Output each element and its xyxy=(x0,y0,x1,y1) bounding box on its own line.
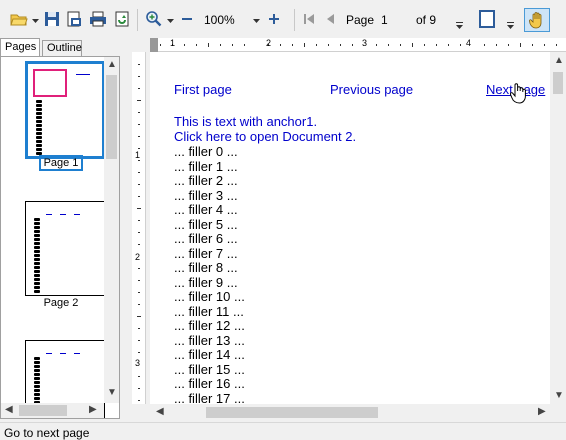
export-icon[interactable] xyxy=(112,8,132,30)
thumbnail-text-lines xyxy=(34,357,40,409)
page-number-input[interactable]: 1 xyxy=(378,10,408,30)
scrollbar-thumb[interactable] xyxy=(106,75,117,159)
tab-outline[interactable]: Outline xyxy=(42,40,82,56)
thumbnail-link-line xyxy=(60,214,66,215)
first-page-icon[interactable] xyxy=(300,8,318,30)
zoom-out-icon[interactable] xyxy=(180,8,194,30)
ruler-mark: 2 xyxy=(266,38,272,48)
open-document-link[interactable]: Click here to open Document 2. xyxy=(174,129,356,144)
thumbnail-link-line xyxy=(74,214,80,215)
page-thumbnail-2[interactable] xyxy=(25,201,105,296)
ruler-mark: 1 xyxy=(135,150,141,160)
thumbnail-link-line xyxy=(74,353,80,354)
save-as-pdf-icon[interactable] xyxy=(64,8,84,30)
save-icon[interactable] xyxy=(42,8,62,30)
hand-tool-icon[interactable] xyxy=(524,8,550,32)
thumbnail-horizontal-scrollbar[interactable]: ◀ ▶ xyxy=(1,403,104,418)
filler-line: ... filler 1 ... xyxy=(174,158,238,174)
anchor-text[interactable]: This is text with anchor1. xyxy=(174,114,317,129)
thumbnail-panel: Pages Outline Page 1 Page 2 ▲ ▼ ◀ ▶ xyxy=(0,38,120,419)
filler-line: ... filler 6 ... xyxy=(174,231,238,246)
vertical-ruler: 1 2 3 xyxy=(132,52,146,404)
status-bar: Go to next page xyxy=(0,422,566,440)
filler-line: ... filler 13 ... xyxy=(174,332,245,348)
previous-page-link[interactable]: Previous page xyxy=(330,82,413,97)
navigation-overflow-icon[interactable] xyxy=(456,20,463,29)
ruler-mark: 4 xyxy=(466,38,472,48)
document-vertical-scrollbar[interactable]: ▲ ▼ xyxy=(550,52,566,404)
page-thumbnail-1[interactable] xyxy=(25,61,105,159)
zoom-icon[interactable] xyxy=(143,8,165,30)
status-text: Go to next page xyxy=(4,426,90,440)
filler-line: ... filler 17 ... xyxy=(174,390,245,405)
page-thumbnail-label-1: Page 1 xyxy=(1,155,119,171)
ruler-mark: 3 xyxy=(362,38,368,48)
scroll-left-icon[interactable]: ◀ xyxy=(5,404,13,415)
filler-line: ... filler 12 ... xyxy=(174,318,245,333)
ruler-mark: 3 xyxy=(135,358,141,368)
filler-line: ... filler 5 ... xyxy=(174,216,238,232)
filler-line: ... filler 3 ... xyxy=(174,187,238,203)
thumbnail-link-line xyxy=(76,74,90,75)
thumbnail-link-line xyxy=(46,214,52,215)
filler-line: ... filler 0 ... xyxy=(174,144,238,159)
document-horizontal-scrollbar[interactable]: ◀ ▶ xyxy=(150,404,550,420)
tab-pages[interactable]: Pages xyxy=(0,38,40,56)
filler-line: ... filler 8 ... xyxy=(174,260,238,275)
thumbnail-text-lines xyxy=(36,100,42,156)
toolbar: 100% Page 1 of 9 xyxy=(0,0,566,38)
filler-line: ... filler 4 ... xyxy=(174,202,238,217)
filler-line: ... filler 16 ... xyxy=(174,376,245,391)
page-label: Page xyxy=(346,13,375,27)
thumbnail-text-lines xyxy=(34,218,40,294)
filler-line: ... filler 10 ... xyxy=(174,289,245,304)
document-page[interactable]: First page Previous page Next page This … xyxy=(150,52,550,404)
scroll-down-icon[interactable]: ▼ xyxy=(107,387,117,398)
scrollbar-thumb[interactable] xyxy=(19,405,67,416)
scroll-right-icon[interactable]: ▶ xyxy=(538,406,546,417)
filler-line: ... filler 2 ... xyxy=(174,173,238,188)
thumbnail-list[interactable]: Page 1 Page 2 ▲ ▼ ◀ ▶ xyxy=(0,56,120,419)
hand-cursor-icon xyxy=(509,82,528,107)
zoom-dropdown-icon[interactable] xyxy=(167,14,174,23)
page-count: of 9 xyxy=(416,13,437,27)
print-icon[interactable] xyxy=(87,8,109,30)
filler-line: ... filler 15 ... xyxy=(174,361,245,377)
toolbar-separator xyxy=(137,9,138,31)
scroll-down-icon[interactable]: ▼ xyxy=(554,390,564,401)
open-folder-icon[interactable] xyxy=(8,8,30,30)
first-page-link[interactable]: First page xyxy=(174,82,232,97)
view-mode-dropdown-icon[interactable] xyxy=(507,20,514,29)
ruler-mark: 2 xyxy=(135,252,141,262)
open-dropdown-icon[interactable] xyxy=(32,14,39,23)
scroll-up-icon[interactable]: ▲ xyxy=(554,55,564,66)
scrollbar-thumb[interactable] xyxy=(206,407,378,418)
zoom-level[interactable]: 100% xyxy=(204,13,235,27)
scroll-left-icon[interactable]: ◀ xyxy=(156,406,164,417)
filler-line: ... filler 9 ... xyxy=(174,274,238,290)
scroll-up-icon[interactable]: ▲ xyxy=(107,59,117,70)
toolbar-separator xyxy=(294,9,295,31)
scrollbar-thumb[interactable] xyxy=(553,72,563,94)
previous-page-icon[interactable] xyxy=(322,8,338,30)
thumbnail-link-line xyxy=(60,353,66,354)
page-thumbnail-label-2: Page 2 xyxy=(43,297,79,309)
thumbnail-link-line xyxy=(46,353,52,354)
filler-line: ... filler 14 ... xyxy=(174,347,245,362)
thumbnail-highlight xyxy=(33,69,67,97)
thumbnail-vertical-scrollbar[interactable]: ▲ ▼ xyxy=(104,57,119,403)
ruler-mark: 1 xyxy=(170,38,176,48)
scroll-right-icon[interactable]: ▶ xyxy=(89,404,97,415)
view-mode-icon[interactable] xyxy=(476,8,498,30)
zoom-in-icon[interactable] xyxy=(266,8,282,30)
filler-line: ... filler 7 ... xyxy=(174,245,238,261)
filler-line: ... filler 11 ... xyxy=(174,303,244,319)
zoom-level-dropdown-icon[interactable] xyxy=(253,14,260,23)
ruler-margin-marker xyxy=(150,38,158,52)
horizontal-ruler: 1 2 3 4 xyxy=(150,38,566,52)
